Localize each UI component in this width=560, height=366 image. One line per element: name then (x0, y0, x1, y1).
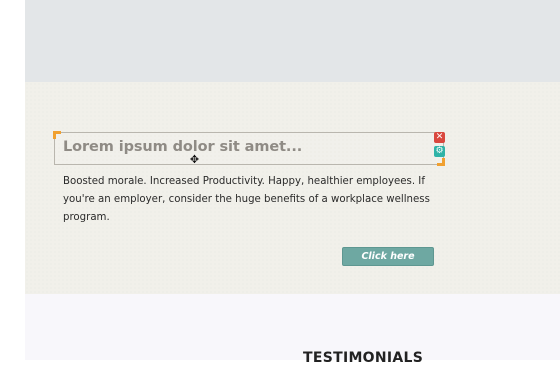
move-cursor-icon: ✥ (189, 153, 200, 166)
left-gutter (0, 0, 26, 360)
heading-text[interactable]: Lorem ipsum dolor sit amet... (63, 139, 302, 155)
testimonials-section (25, 294, 560, 360)
body-paragraph: Boosted morale. Increased Productivity. … (63, 176, 430, 223)
resize-handle-top-left[interactable] (53, 131, 61, 139)
testimonials-title: TESTIMONIALS (303, 350, 424, 366)
close-icon[interactable]: ✕ (434, 132, 445, 143)
resize-handle-bottom-right[interactable] (437, 158, 445, 166)
header-band (25, 0, 560, 82)
click-here-button[interactable]: Click here (342, 247, 434, 266)
gear-icon[interactable]: ⚙ (434, 146, 445, 157)
editable-heading-block[interactable]: Lorem ipsum dolor sit amet... (53, 131, 445, 166)
